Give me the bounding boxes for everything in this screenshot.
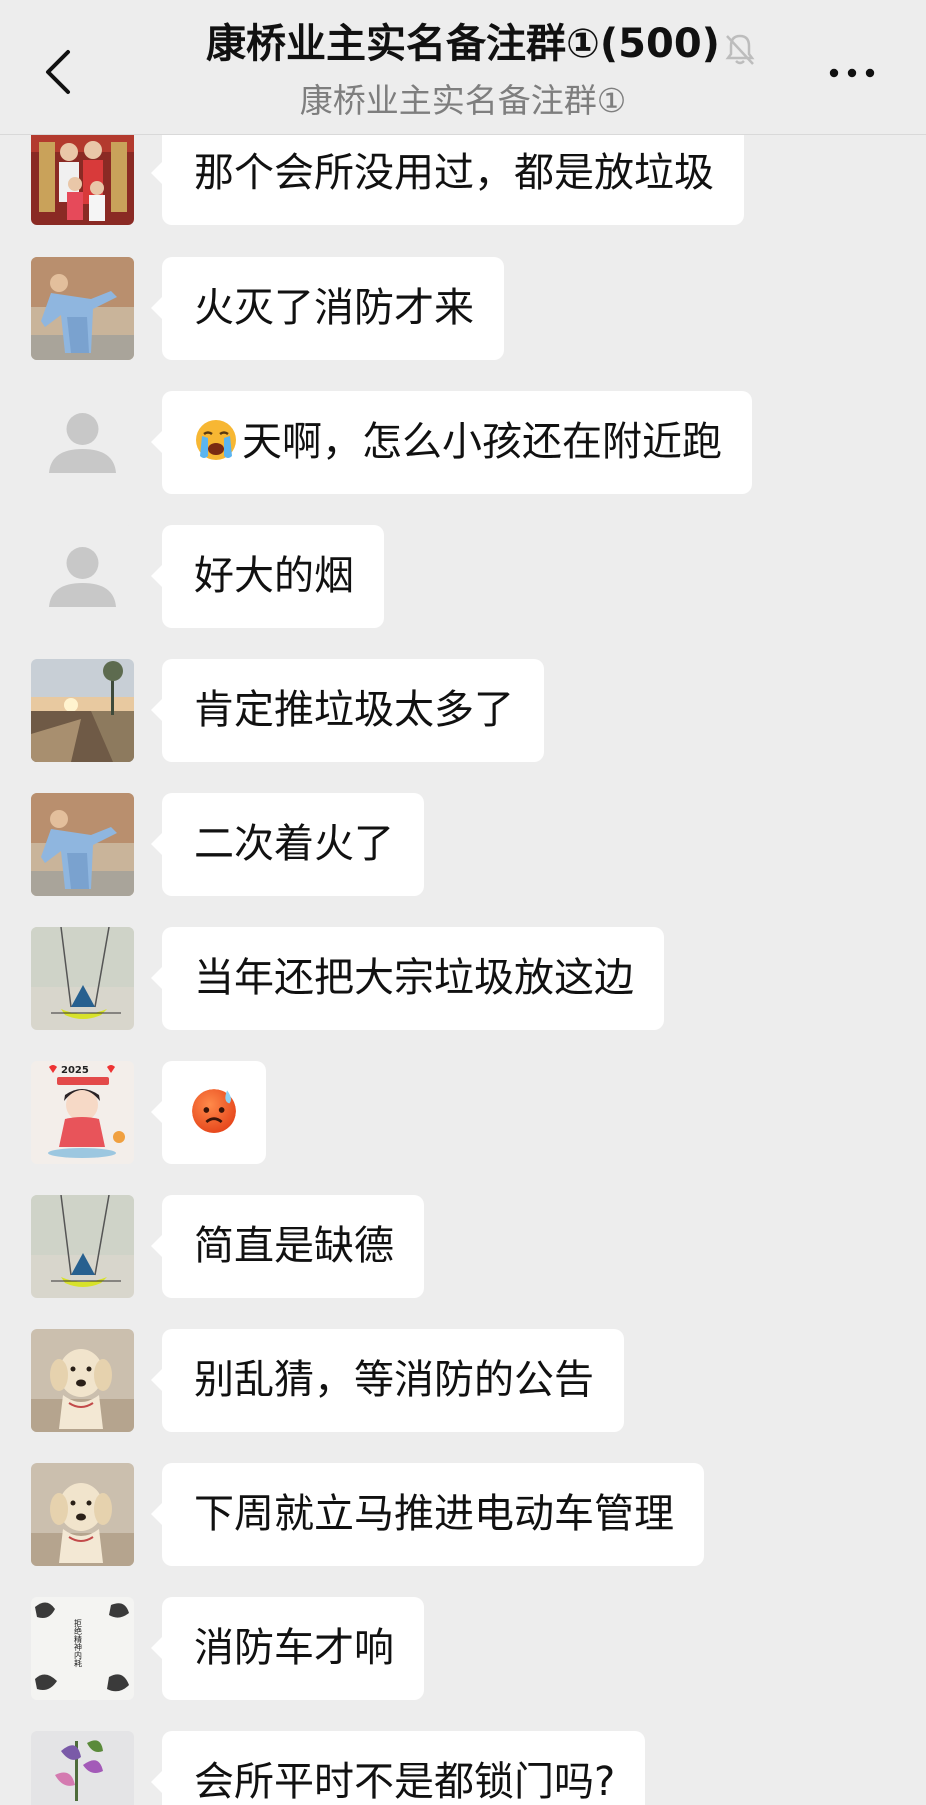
- bell-muted-icon: [725, 34, 755, 65]
- svg-text:2025: 2025: [61, 1065, 89, 1076]
- message-list[interactable]: 那个会所没用过，都是放垃圾 火灭了消防才来 天啊，怎么小孩还在附近跑 好大的烟 …: [0, 0, 926, 1805]
- message-row: 肯定推垃圾太多了: [0, 659, 926, 763]
- golden-retriever-avatar[interactable]: [31, 1463, 134, 1566]
- default-person-avatar[interactable]: [31, 391, 134, 494]
- loudly-crying-face-emoji: [196, 420, 236, 460]
- message-row: 简直是缺德: [0, 1195, 926, 1299]
- swing-avatar[interactable]: [31, 1195, 134, 1298]
- chat-header: 康桥业主实名备注群①(500) 康桥业主实名备注群①: [0, 0, 926, 135]
- message-row: 当年还把大宗垃圾放这边: [0, 927, 926, 1031]
- message-row: 天啊，怎么小孩还在附近跑: [0, 391, 926, 495]
- girl-2025-avatar[interactable]: 2025: [31, 1061, 134, 1164]
- anxious-face-with-sweat-emoji: [192, 1089, 236, 1133]
- message-bubble[interactable]: 肯定推垃圾太多了: [151, 659, 544, 762]
- swing-avatar[interactable]: [31, 927, 134, 1030]
- default-person-avatar[interactable]: [31, 525, 134, 628]
- message-bubble[interactable]: [151, 1061, 266, 1164]
- boy-blue-robe-avatar[interactable]: [31, 793, 134, 896]
- message-bubble[interactable]: 简直是缺德: [151, 1195, 424, 1298]
- chat-subtitle: 康桥业主实名备注群①: [299, 81, 627, 120]
- sunset-path-avatar[interactable]: [31, 659, 134, 762]
- family-photo-avatar[interactable]: [31, 122, 134, 225]
- message-bubble[interactable]: 当年还把大宗垃圾放这边: [151, 927, 664, 1030]
- message-bubble[interactable]: 别乱猜，等消防的公告: [151, 1329, 624, 1432]
- message-bubble[interactable]: 好大的烟: [151, 525, 384, 628]
- message-row: 那个会所没用过，都是放垃圾: [0, 122, 926, 226]
- message-row: 火灭了消防才来: [0, 257, 926, 361]
- message-bubble[interactable]: 会所平时不是都锁门吗?: [150, 1731, 646, 1805]
- message-text: 天啊，怎么小孩还在附近跑: [242, 419, 722, 465]
- message-row: 二次着火了: [0, 793, 926, 897]
- message-bubble[interactable]: 天啊，怎么小孩还在附近跑: [151, 391, 752, 494]
- message-row: 下周就立马推进电动车管理: [0, 1463, 926, 1567]
- more-button[interactable]: [824, 50, 880, 96]
- message-bubble[interactable]: 下周就立马推进电动车管理: [151, 1463, 704, 1566]
- flower-avatar[interactable]: [31, 1731, 134, 1805]
- golden-retriever-avatar[interactable]: [31, 1329, 134, 1432]
- message-bubble[interactable]: 火灭了消防才来: [151, 257, 504, 360]
- ink-cats-avatar[interactable]: 拒绝精神内耗: [31, 1597, 134, 1700]
- message-row: 拒绝精神内耗 消防车才响: [0, 1597, 926, 1701]
- message-bubble[interactable]: 消防车才响: [151, 1597, 424, 1700]
- chat-title: 康桥业主实名备注群①(500): [206, 21, 720, 67]
- message-bubble[interactable]: 那个会所没用过，都是放垃圾: [151, 122, 744, 225]
- message-row: 别乱猜，等消防的公告: [0, 1329, 926, 1433]
- message-row: 2025: [0, 1061, 926, 1165]
- chat-screen: 那个会所没用过，都是放垃圾 火灭了消防才来 天啊，怎么小孩还在附近跑 好大的烟 …: [0, 0, 926, 1805]
- svg-text:拒绝精神内耗: 拒绝精神内耗: [74, 1618, 83, 1668]
- message-row: 好大的烟: [0, 525, 926, 629]
- boy-blue-robe-avatar[interactable]: [31, 257, 134, 360]
- more-dots-icon: [829, 68, 875, 78]
- message-bubble[interactable]: 二次着火了: [151, 793, 424, 896]
- message-row: 会所平时不是都锁门吗?: [0, 1731, 926, 1805]
